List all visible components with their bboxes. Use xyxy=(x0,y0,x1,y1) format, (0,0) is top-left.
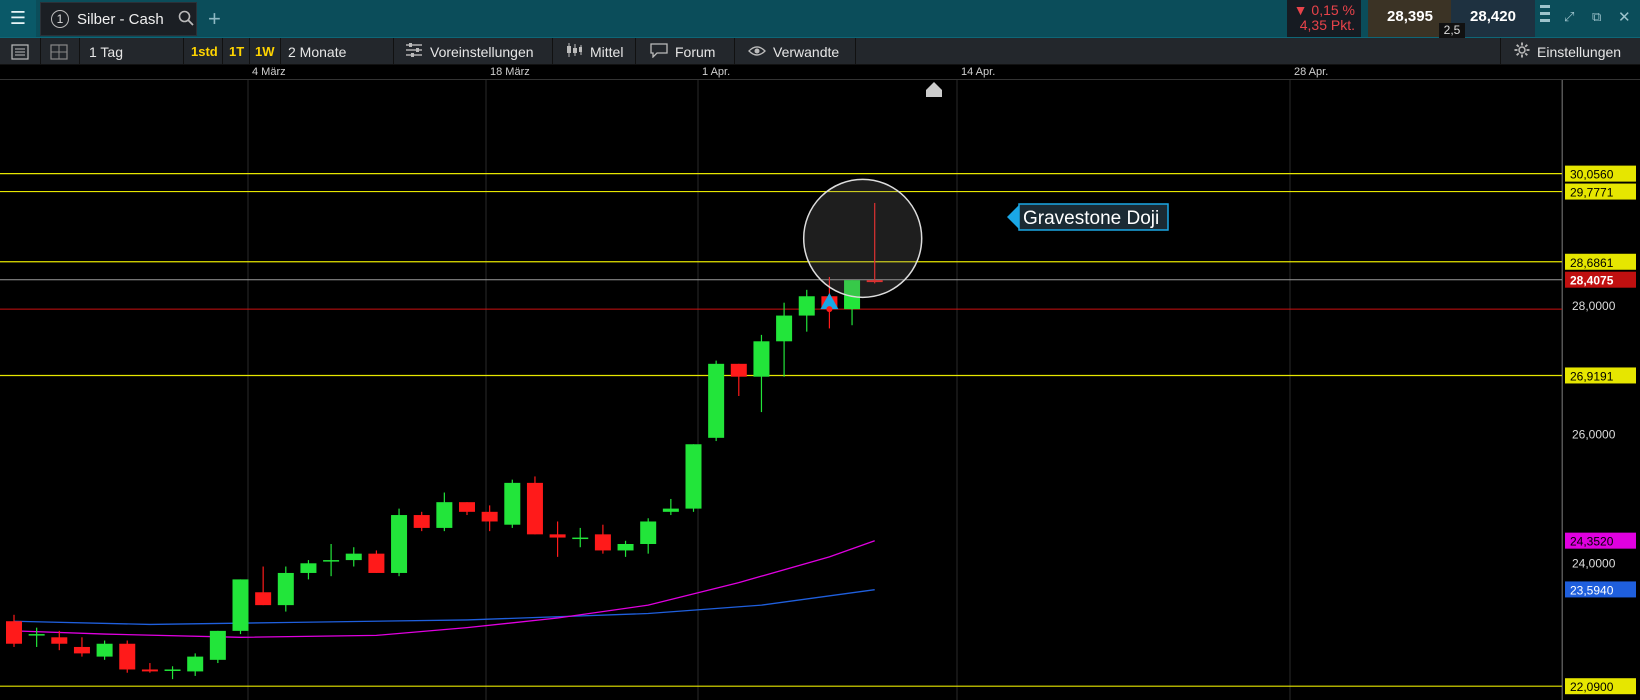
level-price-tag: 30,0560 xyxy=(1570,168,1614,182)
price-axis-labels: 28,0000 26,0000 24,0000 30,0560 29,7771 28,68… xyxy=(1565,165,1636,695)
price-tick-label: 28,0000 xyxy=(1572,299,1616,313)
level-price-tag: 22,0900 xyxy=(1570,680,1614,694)
ma-fast-price-tag: 24,3520 xyxy=(1570,535,1614,549)
level-price-tag: 28,6861 xyxy=(1570,256,1614,270)
ma-slow-price-tag: 23,5940 xyxy=(1570,583,1614,597)
current-price-tag: 28,4075 xyxy=(1570,274,1614,288)
level-price-tag: 26,9191 xyxy=(1570,369,1614,383)
price-tick-label: 24,0000 xyxy=(1572,556,1616,570)
price-tick-label: 26,0000 xyxy=(1572,428,1616,442)
level-price-tag: 29,7771 xyxy=(1570,186,1614,200)
